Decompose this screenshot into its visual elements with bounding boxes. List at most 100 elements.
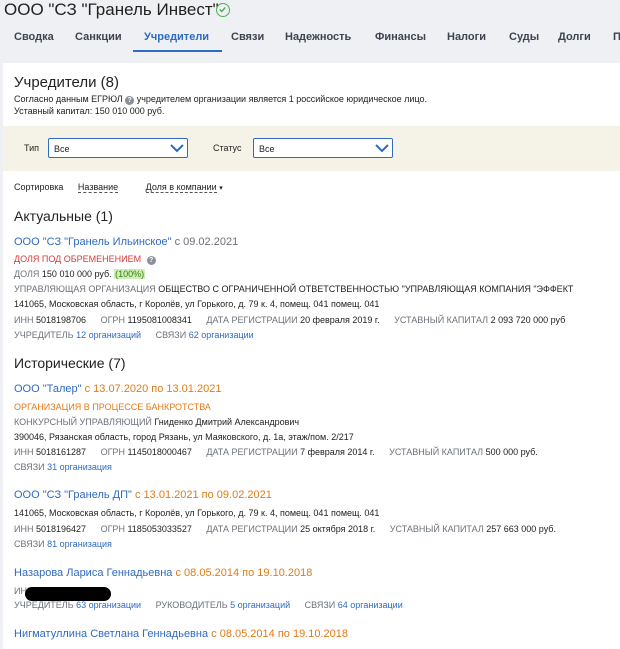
help-icon[interactable]: ?: [146, 256, 156, 265]
encumbrance-label: ДОЛЯ ПОД ОБРЕМЕНЕНИЕМ: [14, 254, 142, 264]
current-address: 141065, Московская область, г Королёв, у…: [14, 299, 380, 309]
nazarova-links: УЧРЕДИТЕЛЬ 63 организации РУКОВОДИТЕЛЬ 5…: [14, 600, 403, 610]
capital-label: УСТАВНЫЙ КАПИТАЛ: [389, 447, 484, 457]
tab-reliability[interactable]: Надежность: [285, 31, 351, 43]
tab-taxes[interactable]: Налоги: [447, 31, 486, 43]
granel-dp-address: 141065, Московская область, г Королёв, у…: [14, 508, 380, 518]
granel-dp-requisites: ИНН 5018196427 ОГРН 1185053033527 ДАТА Р…: [14, 524, 556, 534]
taler-period: с 13.07.2020 по 13.01.2021: [84, 383, 222, 395]
taler-link[interactable]: ООО "Талер" с 13.07.2020 по 13.01.2021: [14, 383, 221, 395]
ogrn-value: 1185053033527: [127, 524, 192, 534]
founders-description: Согласно данным ЕГРЮЛ ? учредителем орга…: [14, 94, 427, 105]
founders-description-suffix: учредителем организации является 1 росси…: [136, 94, 428, 104]
current-founders-title: Актуальные (1): [14, 208, 113, 224]
current-founder-name[interactable]: ООО "СЗ "Гранель Ильинское": [14, 236, 172, 248]
capital-label: УСТАВНЫЙ КАПИТАЛ: [389, 524, 484, 534]
share-label: ДОЛЯ: [14, 269, 40, 279]
status-filter-value: Все: [259, 144, 275, 154]
founder-orgs-link[interactable]: 12 организаций: [76, 330, 141, 340]
granel-dp-name[interactable]: ООО "СЗ "Гранель ДП": [14, 489, 132, 501]
reg-date-value: 20 февраля 2019 г.: [300, 315, 380, 325]
ties-link[interactable]: 81 организация: [47, 539, 112, 549]
tab-finance[interactable]: Финансы: [375, 31, 426, 43]
share-percent: (100%): [114, 269, 146, 279]
management-label: УПРАВЛЯЮЩАЯ ОРГАНИЗАЦИЯ: [14, 284, 156, 294]
ties-label: СВЯЗИ: [155, 330, 187, 340]
capital-label: УСТАВНЫЙ КАПИТАЛ: [394, 315, 489, 325]
status-filter-select[interactable]: Все: [253, 138, 393, 158]
current-founder-link[interactable]: ООО "СЗ "Гранель Ильинское" с 09.02.2021: [14, 236, 238, 248]
tab-connections[interactable]: Связи: [231, 31, 264, 43]
page-header: ООО "СЗ "Гранель Инвест" Сводка Санкции …: [0, 0, 620, 62]
type-filter-select[interactable]: Все: [48, 138, 188, 158]
ties-link[interactable]: 62 организации: [189, 330, 254, 340]
share-value: 150 010 000 руб.: [41, 269, 112, 279]
taler-status: ОРГАНИЗАЦИЯ В ПРОЦЕССЕ БАНКРОТСТВА: [14, 402, 211, 412]
inn-value: 5018161287: [35, 447, 87, 457]
inn-label: ИНН: [14, 315, 34, 325]
ties-link[interactable]: 31 организация: [47, 462, 112, 472]
tab-founders[interactable]: Учредители: [144, 31, 209, 43]
ties-link[interactable]: 64 организации: [338, 600, 403, 610]
historical-founders-title: Исторические (7): [14, 355, 126, 371]
reg-date-value: 25 октября 2018 г.: [300, 524, 376, 534]
reg-date-label: ДАТА РЕГИСТРАЦИИ: [206, 315, 298, 325]
sort-label: Сортировка: [14, 182, 64, 192]
current-requisites: ИНН 5018198706 ОГРН 1195081008341 ДАТА Р…: [14, 315, 565, 325]
tab-debts[interactable]: Долги: [558, 31, 591, 43]
granel-dp-link[interactable]: ООО "СЗ "Гранель ДП" с 13.01.2021 по 09.…: [14, 489, 272, 501]
current-links: УЧРЕДИТЕЛЬ 12 организаций СВЯЗИ 62 орган…: [14, 330, 254, 340]
inn-label: ИНН: [14, 524, 34, 534]
ties-label: СВЯЗИ: [14, 462, 45, 472]
sort-by-share[interactable]: Доля в компании: [145, 182, 217, 193]
active-tab-indicator: [133, 50, 222, 52]
nigmatullina-period: с 08.05.2014 по 19.10.2018: [211, 628, 349, 640]
tab-courts[interactable]: Суды: [509, 31, 539, 43]
encumbrance-status: ДОЛЯ ПОД ОБРЕМЕНЕНИЕМ ?: [14, 254, 156, 265]
ogrn-label: ОГРН: [100, 524, 125, 534]
sort-by-name[interactable]: Название: [77, 182, 119, 193]
reg-date-value: 7 февраля 2014 г.: [300, 447, 375, 457]
founders-title: Учредители (8): [14, 74, 120, 91]
inn-value: 5018196427: [35, 524, 87, 534]
tab-sanctions[interactable]: Санкции: [75, 31, 122, 43]
head-orgs-link[interactable]: 5 организаций: [230, 600, 290, 610]
status-filter-label: Статус: [213, 143, 242, 153]
redacted-inn-block: [25, 587, 111, 601]
ogrn-label: ОГРН: [100, 315, 125, 325]
taler-links: СВЯЗИ 31 организация: [14, 462, 112, 472]
ogrn-value: 1145018000467: [127, 447, 192, 457]
founder-label: УЧРЕДИТЕЛЬ: [14, 600, 74, 610]
reg-date-label: ДАТА РЕГИСТРАЦИИ: [206, 447, 298, 457]
chevron-down-icon: [375, 144, 389, 153]
tab-summary[interactable]: Сводка: [14, 31, 54, 43]
founder-label: УЧРЕДИТЕЛЬ: [14, 330, 74, 340]
type-filter-label: Тип: [24, 143, 40, 153]
nazarova-link[interactable]: Назарова Лариса Геннадьевна с 08.05.2014…: [14, 567, 312, 579]
inn-label: ИНН: [14, 447, 34, 457]
section-tabs: Сводка Санкции Учредители Связи Надежнос…: [0, 27, 620, 53]
sort-bar: Сортировка Название Доля в компании ▾: [14, 182, 223, 193]
head-label: РУКОВОДИТЕЛЬ: [155, 600, 228, 610]
taler-name[interactable]: ООО "Талер": [14, 383, 82, 395]
taler-manager: КОНКУРСНЫЙ УПРАВЛЯЮЩИЙ Гниденко Дмитрий …: [14, 417, 299, 427]
sort-arrow-icon: ▾: [219, 185, 223, 192]
type-filter-value: Все: [54, 144, 70, 154]
founder-orgs-link[interactable]: 63 организации: [76, 600, 141, 610]
ogrn-label: ОГРН: [100, 447, 125, 457]
inn-value: 5018198706: [35, 315, 87, 325]
manager-label: КОНКУРСНЫЙ УПРАВЛЯЮЩИЙ: [14, 417, 152, 427]
founders-card: Учредители (8) Согласно данным ЕГРЮЛ ? у…: [3, 63, 620, 649]
nazarova-period: с 08.05.2014 по 19.10.2018: [175, 567, 313, 579]
help-icon[interactable]: ?: [125, 96, 135, 105]
nigmatullina-link[interactable]: Нигматуллина Светлана Геннадьевна с 08.0…: [14, 628, 348, 640]
filter-bar: Тип Все Статус Все: [3, 126, 620, 171]
tab-more[interactable]: П: [613, 31, 620, 43]
nazarova-name[interactable]: Назарова Лариса Геннадьевна: [14, 567, 172, 579]
authorized-capital: Уставный капитал: 150 010 000 руб.: [14, 106, 165, 116]
taler-address: 390046, Рязанская область, город Рязань,…: [14, 432, 354, 442]
nigmatullina-name[interactable]: Нигматуллина Светлана Геннадьевна: [14, 628, 208, 640]
capital-value: 2 093 720 000 руб: [490, 315, 566, 325]
manager-value: Гниденко Дмитрий Александрович: [154, 417, 300, 427]
management-value: ОБЩЕСТВО С ОГРАНИЧЕННОЙ ОТВЕТСТВЕННОСТЬЮ…: [158, 284, 574, 294]
